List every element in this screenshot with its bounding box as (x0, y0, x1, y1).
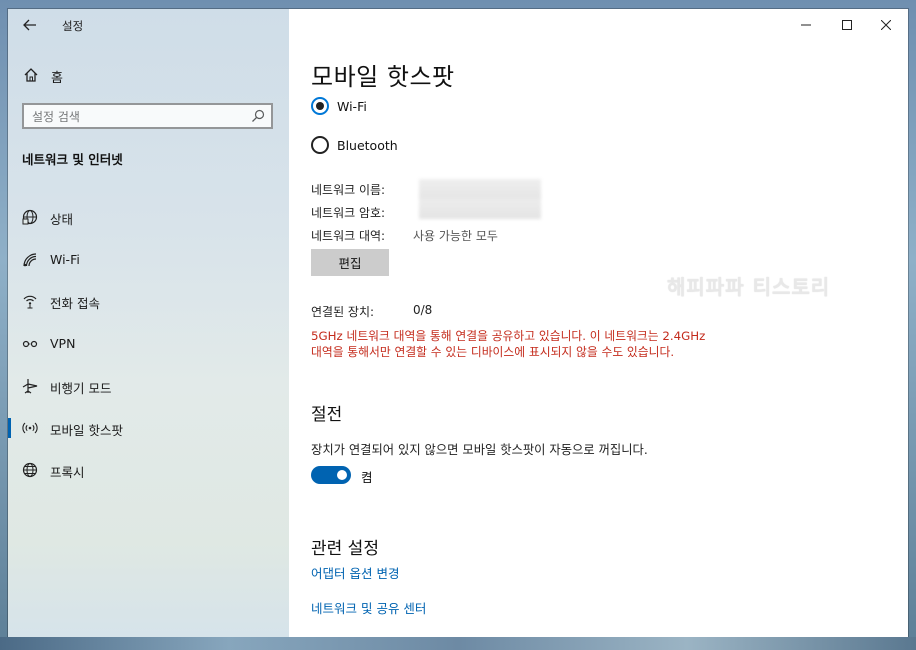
sidebar-item-label: 홈 (51, 71, 63, 86)
network-band-value: 사용 가능한 모두 (413, 229, 498, 243)
maximize-button[interactable] (827, 11, 867, 39)
sidebar: 설정 홈 네트워크 및 인터넷 상태 (8, 9, 289, 637)
radio-button[interactable] (311, 136, 329, 154)
sidebar-item-mobile-hotspot[interactable]: 모바일 핫스팟 (8, 411, 289, 445)
related-settings-heading: 관련 설정 (311, 539, 379, 559)
sidebar-item-airplane[interactable]: 비행기 모드 (8, 369, 289, 403)
sidebar-item-dialup[interactable]: 전화 접속 (8, 284, 289, 318)
power-saving-toggle[interactable] (311, 466, 351, 484)
active-indicator (8, 418, 11, 438)
radio-button[interactable] (311, 97, 329, 115)
settings-window: 설정 홈 네트워크 및 인터넷 상태 (8, 9, 908, 637)
radio-label: Bluetooth (337, 138, 398, 153)
search-box[interactable] (22, 103, 273, 129)
section-title: 네트워크 및 인터넷 (22, 152, 123, 167)
sidebar-item-proxy[interactable]: 프록시 (8, 453, 289, 487)
maximize-icon (842, 20, 852, 30)
search-icon[interactable] (251, 109, 265, 123)
globe-status-icon (22, 209, 38, 225)
airplane-icon (22, 379, 38, 394)
back-button[interactable] (16, 15, 44, 35)
sidebar-item-label: Wi-Fi (50, 252, 80, 267)
watermark-text: 해피파파 티스토리 (667, 275, 831, 299)
minimize-button[interactable] (786, 11, 826, 39)
network-password-label: 네트워크 암호: (311, 206, 386, 220)
connected-devices-value: 0/8 (413, 303, 433, 317)
vpn-icon (22, 340, 38, 348)
main-content: 모바일 핫스팟 Wi-Fi Bluetooth 네트워크 이름: 네트워크 암호… (289, 9, 908, 637)
redacted-credentials (419, 179, 541, 219)
network-name-label: 네트워크 이름: (311, 183, 386, 197)
sidebar-item-status[interactable]: 상태 (8, 200, 289, 234)
page-title: 모바일 핫스팟 (311, 63, 455, 91)
desktop-background (0, 637, 916, 650)
minimize-icon (801, 24, 811, 26)
network-sharing-center-link[interactable]: 네트워크 및 공유 센터 (311, 598, 426, 617)
sidebar-item-vpn[interactable]: VPN (8, 327, 289, 361)
sidebar-item-label: 상태 (50, 212, 74, 227)
home-icon (24, 68, 38, 82)
sidebar-item-label: 비행기 모드 (50, 381, 112, 396)
toggle-state-label: 켬 (361, 470, 373, 485)
hotspot-icon (22, 422, 38, 434)
dialup-icon (23, 295, 37, 309)
sidebar-item-home[interactable]: 홈 (8, 63, 289, 89)
back-arrow-icon (23, 19, 36, 31)
globe-icon (22, 462, 38, 478)
wifi-icon (23, 253, 37, 267)
power-saving-description: 장치가 연결되어 있지 않으면 모바일 핫스팟이 자동으로 꺼집니다. (311, 443, 648, 457)
sidebar-item-label: VPN (50, 336, 76, 351)
edit-button[interactable]: 편집 (311, 249, 389, 276)
title-bar: 설정 (8, 9, 289, 41)
sidebar-item-wifi[interactable]: Wi-Fi (8, 243, 289, 277)
adapter-options-link[interactable]: 어댑터 옵션 변경 (311, 563, 399, 582)
close-icon (881, 20, 891, 30)
app-title: 설정 (62, 19, 84, 33)
band-warning-text: 5GHz 네트워크 대역을 통해 연결을 공유하고 있습니다. 이 네트워크는 … (311, 329, 706, 359)
sidebar-item-label: 모바일 핫스팟 (50, 423, 123, 438)
radio-label: Wi-Fi (337, 99, 367, 114)
sidebar-item-label: 전화 접속 (50, 296, 100, 311)
network-band-label: 네트워크 대역: (311, 229, 386, 243)
sidebar-item-label: 프록시 (50, 465, 85, 480)
search-input[interactable] (32, 108, 242, 126)
connected-devices-label: 연결된 장치: (311, 305, 375, 319)
power-saving-heading: 절전 (311, 405, 343, 425)
close-button[interactable] (866, 11, 906, 39)
